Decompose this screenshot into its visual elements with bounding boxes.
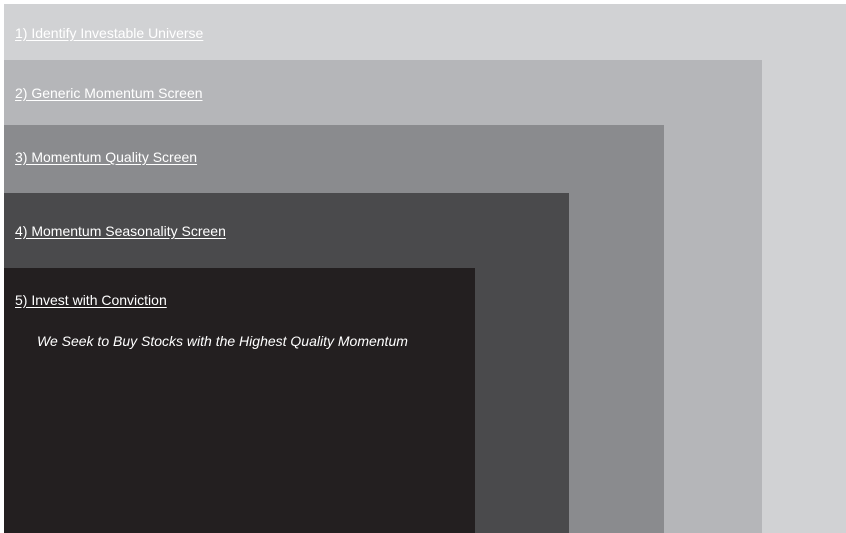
step-3-label: 3) Momentum Quality Screen [15, 149, 198, 165]
step-2-label: 2) Generic Momentum Screen [15, 85, 203, 101]
step-4-label: 4) Momentum Seasonality Screen [15, 223, 226, 239]
tagline: We Seek to Buy Stocks with the Highest Q… [37, 333, 408, 349]
step-5-label: 5) Invest with Conviction [15, 292, 167, 308]
step-1-label: 1) Identify Investable Universe [15, 25, 204, 41]
step-5-block: 5) Invest with Conviction We Seek to Buy… [4, 268, 475, 533]
